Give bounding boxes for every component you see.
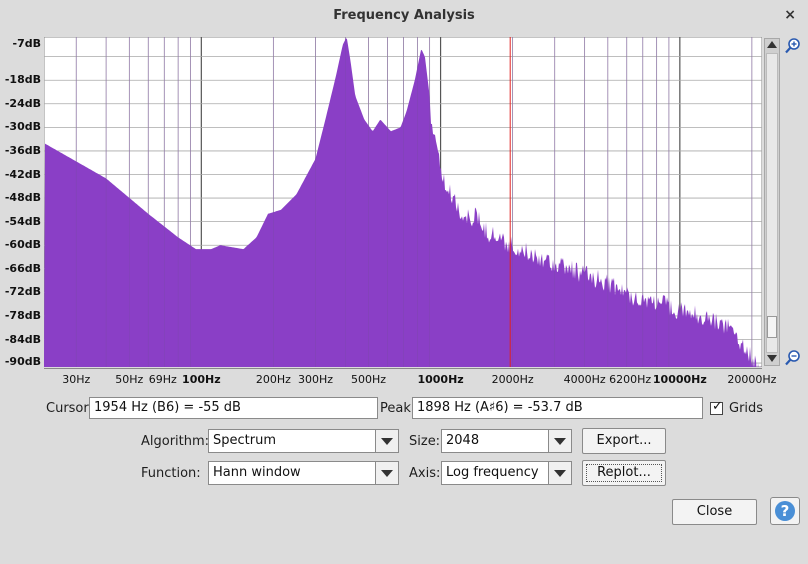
scroll-up-icon[interactable] (767, 41, 777, 48)
zoom-out-icon[interactable] (785, 350, 801, 366)
x-tick-label: 1000Hz (417, 373, 464, 386)
y-tick-label: -66dB (4, 261, 41, 275)
x-tick-label: 50Hz (115, 373, 144, 386)
window-close-icon[interactable]: × (784, 7, 796, 23)
size-value: 2048 (446, 433, 480, 448)
peak-label: Peak: (380, 401, 416, 416)
scroll-down-icon[interactable] (767, 355, 777, 362)
axis-dropdown-button[interactable] (548, 462, 571, 484)
chevron-down-icon (554, 438, 566, 445)
cursor-readout-field[interactable]: 1954 Hz (B6) = -55 dB (89, 397, 378, 419)
x-tick-label: 4000Hz (563, 373, 606, 386)
chevron-down-icon (554, 470, 566, 477)
spectrum-plot-svg[interactable] (44, 37, 762, 367)
y-tick-label: -36dB (4, 143, 41, 157)
function-label: Function: (141, 466, 201, 481)
function-select[interactable]: Hann window (208, 461, 399, 485)
y-tick-label: -48dB (4, 191, 41, 205)
y-tick-label: -60dB (4, 238, 41, 252)
x-tick-label: 6200Hz (609, 373, 652, 386)
x-tick-label: 30Hz (62, 373, 91, 386)
vertical-scrollbar[interactable] (764, 38, 780, 366)
chevron-down-icon (381, 438, 393, 445)
x-tick-label: 2000Hz (491, 373, 534, 386)
function-dropdown-button[interactable] (375, 462, 398, 484)
y-tick-label: -42dB (4, 167, 41, 181)
title-bar: Frequency Analysis × (0, 0, 808, 32)
function-value: Hann window (213, 465, 301, 480)
x-tick-label: 69Hz (148, 373, 177, 386)
y-tick-label: -24dB (4, 96, 41, 110)
axis-label: Axis: (409, 466, 441, 481)
x-tick-label: 300Hz (297, 373, 333, 386)
axis-select[interactable]: Log frequency (441, 461, 572, 485)
focus-ring (586, 464, 662, 482)
x-tick-label: 20000Hz (727, 373, 777, 386)
algorithm-label: Algorithm: (141, 434, 210, 449)
zoom-in-icon[interactable] (785, 38, 801, 54)
x-axis-labels: 30Hz 50Hz 69Hz 100Hz 200Hz 300Hz 500Hz 1000Hz 20… (44, 368, 776, 391)
x-tick-label: 200Hz (255, 373, 291, 386)
size-select[interactable]: 2048 (441, 429, 572, 453)
spectrum-plot[interactable] (44, 37, 762, 367)
axis-value: Log frequency (446, 465, 539, 480)
y-tick-label: -54dB (4, 214, 41, 228)
help-button[interactable]: ? (770, 497, 800, 525)
window-title: Frequency Analysis (333, 8, 475, 23)
y-tick-label: -84dB (4, 332, 41, 346)
scroll-track[interactable] (766, 53, 778, 353)
algorithm-value: Spectrum (213, 433, 276, 448)
export-button[interactable]: Export... (582, 428, 666, 454)
scroll-thumb[interactable] (767, 316, 777, 338)
algorithm-dropdown-button[interactable] (375, 430, 398, 452)
size-label: Size: (409, 434, 441, 449)
y-tick-label: -7dB (12, 37, 41, 50)
x-tick-label: 100Hz (182, 373, 221, 386)
cursor-label: Cursor: (46, 401, 93, 416)
chevron-down-icon (381, 470, 393, 477)
size-dropdown-button[interactable] (548, 430, 571, 452)
close-button[interactable]: Close (672, 499, 757, 525)
y-tick-label: -30dB (4, 120, 41, 134)
y-tick-label: -78dB (4, 308, 41, 322)
help-icon: ? (775, 501, 795, 521)
y-tick-label: -90dB (4, 355, 41, 368)
replot-button[interactable]: Replot... (582, 460, 666, 486)
y-tick-label: -72dB (4, 285, 41, 299)
grids-checkbox[interactable]: ✓ (710, 399, 723, 415)
grids-label[interactable]: Grids (729, 401, 763, 416)
y-tick-label: -18dB (4, 73, 41, 87)
x-tick-label: 10000Hz (652, 373, 707, 386)
y-axis-labels: -7dB -18dB -24dB -30dB -36dB -42dB -48dB -54dB -… (0, 36, 44, 368)
checkmark-icon: ✓ (712, 399, 723, 414)
x-tick-label: 500Hz (351, 373, 387, 386)
algorithm-select[interactable]: Spectrum (208, 429, 399, 453)
peak-readout-field[interactable]: 1898 Hz (A♯6) = -53.7 dB (412, 397, 703, 419)
